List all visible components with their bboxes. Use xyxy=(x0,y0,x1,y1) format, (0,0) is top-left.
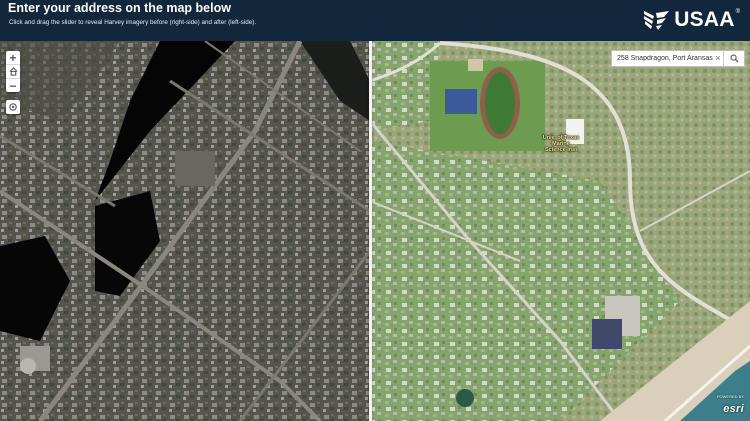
locate-button[interactable] xyxy=(6,100,20,114)
powered-by-text: POWERED BY xyxy=(716,394,744,399)
address-search-box: × xyxy=(611,50,745,67)
swipe-map[interactable]: Univ. of Texas Marine Science Inst POWER… xyxy=(0,41,750,421)
registered-mark: ® xyxy=(735,9,740,15)
locate-icon xyxy=(9,103,17,111)
zoom-in-button[interactable]: + xyxy=(6,51,20,65)
map-zoom-controls: + − xyxy=(6,51,20,92)
map-place-label: Univ. of Texas Marine Science Inst xyxy=(542,135,580,153)
logo-text: USAA xyxy=(674,8,735,31)
map-attribution[interactable]: POWERED BY esri xyxy=(717,394,744,417)
instructions-text: Click and drag the slider to reveal Harv… xyxy=(9,19,257,26)
usaa-logo: USAA ® xyxy=(642,7,740,33)
swipe-slider-handle[interactable] xyxy=(369,41,372,421)
esri-logo: esri xyxy=(723,403,744,415)
eagle-logo-icon xyxy=(644,11,670,30)
search-icon xyxy=(730,54,739,63)
zoom-out-button[interactable]: − xyxy=(6,79,20,92)
home-button[interactable] xyxy=(6,65,20,79)
clear-search-button[interactable]: × xyxy=(713,52,723,65)
home-icon xyxy=(8,67,18,76)
aerial-imagery xyxy=(0,41,750,421)
search-submit-button[interactable] xyxy=(723,51,744,66)
address-search-input[interactable] xyxy=(612,52,713,65)
page-title: Enter your address on the map below xyxy=(8,1,231,15)
page-header: Enter your address on the map below Clic… xyxy=(0,0,750,41)
